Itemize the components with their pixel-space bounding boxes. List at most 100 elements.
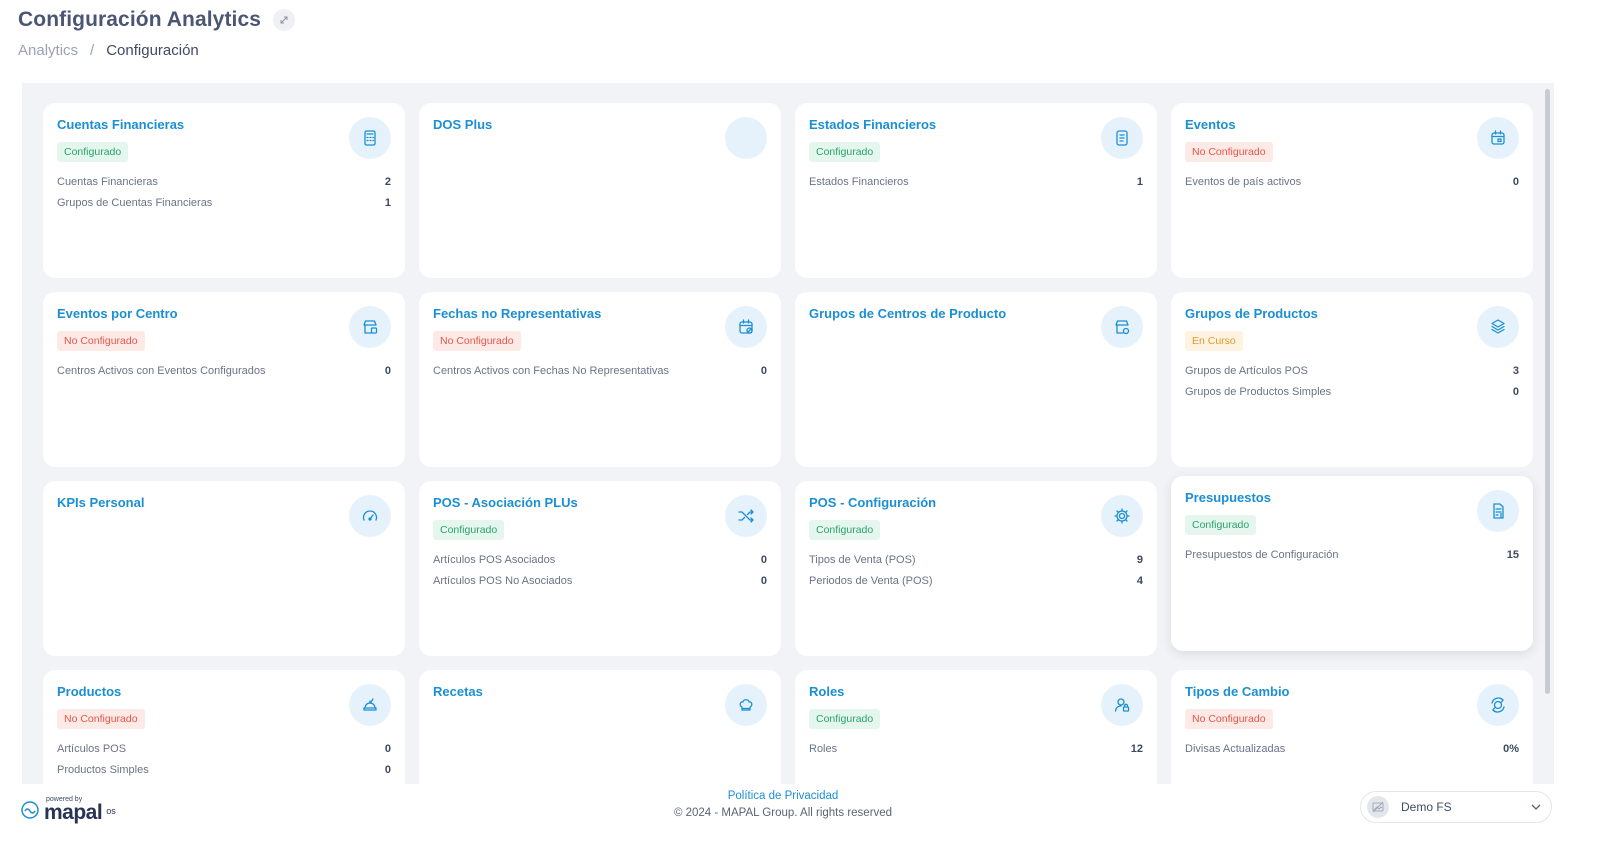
user-selector[interactable]: Demo FS (1360, 791, 1552, 823)
config-card[interactable]: Estados Financieros Configurado Estados Fi… (795, 103, 1157, 278)
stat-label: Productos Simples (57, 763, 149, 776)
stat-value: 2 (384, 176, 391, 188)
stat-label: Tipos de Venta (POS) (809, 554, 916, 566)
stat-row: Estados Financieros 1 (809, 176, 1143, 197)
stat-label: Centros Activos con Fechas No Representa… (433, 365, 670, 377)
card-icon-circle (1477, 684, 1519, 726)
stat-value: 0 (384, 763, 391, 776)
stat-row: Roles 12 (809, 743, 1143, 764)
config-card[interactable]: Eventos por Centro No Configurado Centros … (43, 292, 405, 467)
stat-row: Centros Activos con Eventos Configurados… (57, 365, 391, 386)
status-badge: Configurado (433, 520, 505, 540)
footer: Política de Privacidad © 2024 - MAPAL Gr… (600, 790, 966, 819)
config-card[interactable]: Productos No Configurado Artículos POS 0 Pro… (43, 670, 405, 784)
config-card[interactable]: Eventos No Configurado Eventos de país act… (1171, 103, 1533, 278)
card-title: Recetas (433, 684, 483, 699)
layers-icon (1491, 319, 1505, 334)
stat-label: Cuentas Financieras (57, 176, 158, 188)
expand-button[interactable] (273, 9, 296, 31)
stat-row: Artículos POS 0 (57, 743, 391, 764)
config-card[interactable]: DOS Plus (419, 103, 781, 278)
avatar (1367, 796, 1389, 818)
user-name: Demo FS (1401, 800, 1452, 814)
document-list-icon (1116, 130, 1128, 146)
card-title: Tipos de Cambio (1185, 684, 1290, 699)
config-card[interactable]: Cuentas Financieras Configurado Cuentas Fi… (43, 103, 405, 278)
config-card[interactable]: KPIs Personal (43, 481, 405, 656)
stat-row: Grupos de Artículos POS 3 (1185, 365, 1519, 386)
stat-value: 1 (1136, 176, 1143, 188)
stat-value: 0% (1503, 743, 1519, 755)
card-icon-circle (1101, 495, 1143, 537)
config-card[interactable]: Roles Configurado Roles 12 (795, 670, 1157, 784)
status-badge: No Configurado (1185, 709, 1273, 729)
card-icon-circle (349, 117, 391, 159)
stat-row: Grupos de Productos Simples 0 (1185, 386, 1519, 407)
card-stats: Cuentas Financieras 2 Grupos de Cuentas Fi… (57, 176, 391, 217)
config-card[interactable]: Grupos de Productos En Curso Grupos de Art… (1171, 292, 1533, 467)
store-calendar-icon (363, 320, 378, 334)
stat-value: 12 (1130, 743, 1143, 755)
stat-row: Centros Activos con Fechas No Representa… (433, 365, 767, 386)
config-card[interactable]: Presupuestos Configurado Presupuestos de C… (1171, 476, 1533, 651)
stat-row: Periodos de Venta (POS) 4 (809, 575, 1143, 596)
stat-row: Divisas Actualizadas 0% (1185, 743, 1519, 764)
stat-value: 0 (384, 743, 391, 755)
stat-row: Tipos de Venta (POS) 9 (809, 554, 1143, 575)
card-title: Fechas no Representativas (433, 306, 602, 321)
config-card[interactable]: POS - Configuración Configurado Tipos de V… (795, 481, 1157, 656)
stat-value: 9 (1136, 554, 1143, 566)
stat-row: Eventos de país activos 0 (1185, 176, 1519, 197)
config-card[interactable]: Recetas (419, 670, 781, 784)
config-card[interactable]: Grupos de Centros de Producto (795, 292, 1157, 467)
card-icon-circle (725, 495, 767, 537)
store-settings-icon (1115, 320, 1130, 335)
chef-hat-icon (739, 699, 753, 711)
copyright-text: © 2024 - MAPAL Group. All rights reserve… (673, 807, 893, 819)
config-card[interactable]: Tipos de Cambio No Configurado Divisas Act… (1171, 670, 1533, 784)
card-title: Grupos de Productos (1185, 306, 1318, 321)
calculator-icon (364, 130, 376, 146)
card-icon-circle (1477, 490, 1519, 532)
stat-row: Presupuestos de Configuración 15 (1185, 549, 1519, 570)
breadcrumb-analytics-link[interactable]: Analytics (18, 42, 78, 59)
card-icon-circle (1101, 117, 1143, 159)
config-card[interactable]: POS - Asociación PLUs Configurado Artículo… (419, 481, 781, 656)
card-icon-circle (725, 684, 767, 726)
logo-wordmark: mapal (44, 801, 103, 824)
privacy-policy-link[interactable]: Política de Privacidad (600, 790, 966, 802)
card-title: Grupos de Centros de Producto (809, 306, 1007, 321)
card-stats: Tipos de Venta (POS) 9 Periodos de Venta (… (809, 554, 1143, 595)
page-header: Configuración Analytics Analytics / Conf… (18, 8, 296, 59)
stat-value: 15 (1506, 549, 1519, 561)
card-stats: Artículos POS Asociados 0 Artículos POS No… (433, 554, 767, 595)
stat-value: 0 (760, 574, 767, 587)
stat-label: Presupuestos de Configuración (1185, 549, 1339, 561)
status-badge: Configurado (1185, 515, 1257, 535)
card-title: Presupuestos (1185, 490, 1271, 505)
card-icon-circle (1477, 306, 1519, 348)
stat-row: Artículos POS Asociados 0 (433, 554, 767, 575)
card-stats: Estados Financieros 1 (809, 176, 1143, 197)
status-badge: Configurado (809, 709, 881, 729)
stat-value: 0 (384, 365, 391, 377)
card-title: DOS Plus (433, 117, 493, 132)
chevron-down-icon (1531, 804, 1541, 810)
card-title: Eventos por Centro (57, 306, 178, 321)
breadcrumb-current: Configuración (106, 42, 199, 59)
stat-value: 3 (1512, 365, 1519, 377)
stat-row: Artículos POS No Asociados 0 (433, 575, 767, 596)
card-title: Productos (57, 684, 122, 699)
card-title: POS - Configuración (809, 495, 937, 510)
scrollbar[interactable] (1545, 89, 1550, 694)
card-icon-circle (725, 306, 767, 348)
stat-value: 4 (1136, 574, 1143, 587)
stat-row: Productos Simples 0 (57, 764, 391, 785)
card-title: Estados Financieros (809, 117, 937, 132)
gear-icon (1114, 508, 1130, 524)
config-card[interactable]: Fechas no Representativas No Configurado C… (419, 292, 781, 467)
card-icon-circle (1477, 117, 1519, 159)
stat-value: 0 (1512, 385, 1519, 398)
card-stats: Grupos de Artículos POS 3 Grupos de Produc… (1185, 365, 1519, 406)
budget-document-icon (1493, 503, 1504, 519)
